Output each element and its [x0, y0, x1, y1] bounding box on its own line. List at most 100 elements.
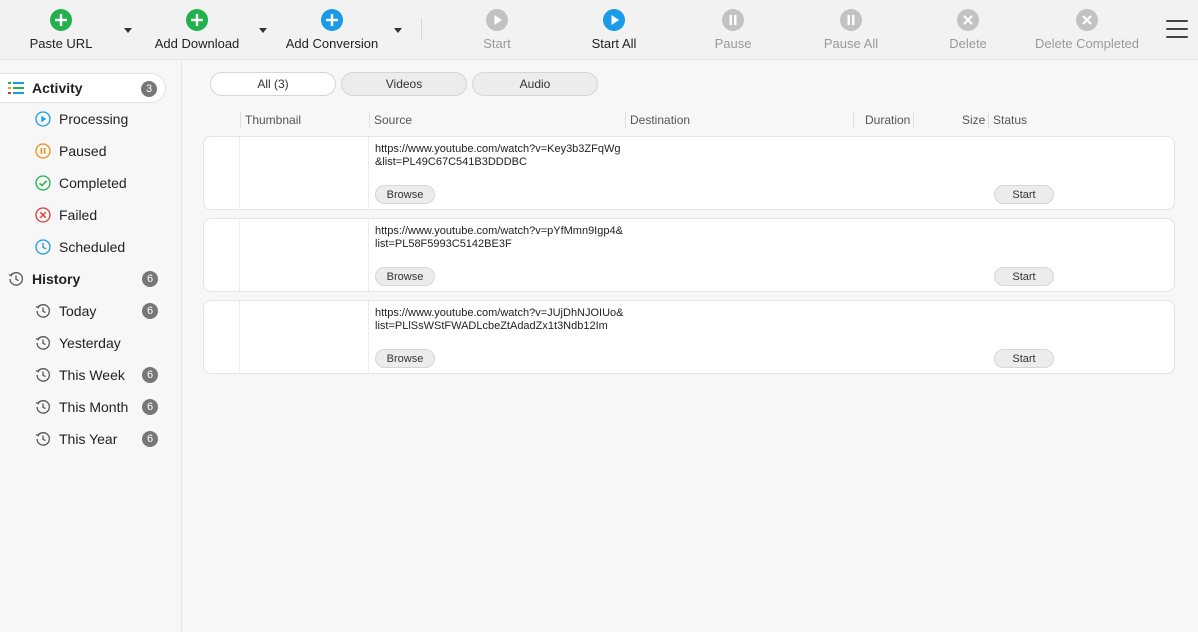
this-month-count-badge: 6: [142, 399, 158, 415]
sidebar-item-failed[interactable]: Failed: [0, 200, 166, 230]
add-download-label: Add Download: [154, 36, 240, 51]
close-circle-icon: [1075, 8, 1099, 32]
start-all-button[interactable]: Start All: [590, 8, 638, 54]
cell-divider: [368, 219, 369, 291]
completed-label: Completed: [59, 175, 127, 191]
add-conversion-button[interactable]: Add Conversion: [285, 8, 379, 54]
play-circle-icon: [602, 8, 626, 32]
toolbar-divider: [421, 18, 422, 40]
history-icon: [35, 367, 51, 383]
pause-all-button[interactable]: Pause All: [822, 8, 880, 54]
paste-url-button[interactable]: Paste URL: [29, 8, 93, 54]
play-circle-icon: [485, 8, 509, 32]
sidebar-item-yesterday[interactable]: Yesterday: [0, 328, 166, 358]
today-label: Today: [59, 303, 97, 319]
sidebar-item-activity[interactable]: Activity 3: [0, 73, 166, 103]
column-divider: [625, 112, 626, 128]
tab-audio[interactable]: Audio: [472, 72, 598, 96]
column-header-duration[interactable]: Duration: [865, 113, 910, 129]
main-content: All (3) Videos Audio Thumbnail Source De…: [183, 61, 1198, 632]
browse-button[interactable]: Browse: [375, 349, 435, 368]
source-url: https://www.youtube.com/watch?v=JUjDhNJO…: [375, 307, 624, 332]
column-divider: [913, 112, 914, 128]
history-label: History: [32, 271, 81, 287]
toolbar: Paste URL Add Download Add Conversion St…: [0, 0, 1198, 60]
pause-circle-icon: [721, 8, 745, 32]
column-divider: [240, 112, 241, 128]
row-start-button[interactable]: Start: [994, 267, 1054, 286]
history-count-badge: 6: [142, 271, 158, 287]
sidebar-item-history[interactable]: History 6: [0, 264, 166, 294]
list-icon: [8, 80, 24, 96]
cell-divider: [239, 301, 240, 373]
activity-label: Activity: [32, 80, 83, 96]
browse-button[interactable]: Browse: [375, 185, 435, 204]
paste-url-dropdown-icon[interactable]: [123, 25, 133, 35]
cell-divider: [239, 137, 240, 209]
delete-label: Delete: [949, 36, 987, 51]
activity-count-badge: 3: [141, 81, 157, 97]
tab-videos[interactable]: Videos: [341, 72, 467, 96]
this-year-label: This Year: [59, 431, 118, 447]
today-count-badge: 6: [142, 303, 158, 319]
this-week-label: This Week: [59, 367, 125, 383]
start-button[interactable]: Start: [478, 8, 516, 54]
sidebar-item-this-week[interactable]: This Week 6: [0, 360, 166, 390]
table-row[interactable]: https://www.youtube.com/watch?v=Key3b3ZF…: [203, 136, 1175, 210]
history-icon: [35, 399, 51, 415]
table-row[interactable]: https://www.youtube.com/watch?v=JUjDhNJO…: [203, 300, 1175, 374]
cell-divider: [239, 219, 240, 291]
sidebar-item-completed[interactable]: Completed: [0, 168, 166, 198]
sidebar-item-this-year[interactable]: This Year 6: [0, 424, 166, 454]
history-icon: [8, 271, 24, 287]
paused-label: Paused: [59, 143, 107, 159]
start-label: Start: [483, 36, 511, 51]
plus-circle-icon: [49, 8, 73, 32]
processing-label: Processing: [59, 111, 129, 127]
row-start-button[interactable]: Start: [994, 349, 1054, 368]
sidebar-item-scheduled[interactable]: Scheduled: [0, 232, 166, 262]
column-header-destination[interactable]: Destination: [630, 113, 690, 129]
pause-circle-outline-icon: [35, 143, 51, 159]
yesterday-label: Yesterday: [59, 335, 121, 351]
add-conversion-dropdown-icon[interactable]: [393, 25, 403, 35]
delete-completed-label: Delete Completed: [1034, 36, 1140, 51]
browse-button[interactable]: Browse: [375, 267, 435, 286]
sidebar-item-paused[interactable]: Paused: [0, 136, 166, 166]
pause-all-label: Pause All: [823, 36, 879, 51]
source-url: https://www.youtube.com/watch?v=pYfMmn9I…: [375, 225, 623, 250]
delete-button[interactable]: Delete: [948, 8, 988, 54]
start-all-label: Start All: [591, 36, 637, 51]
check-circle-icon: [35, 175, 51, 191]
row-start-button[interactable]: Start: [994, 185, 1054, 204]
history-icon: [35, 335, 51, 351]
cell-divider: [368, 137, 369, 209]
sidebar: Activity 3 Processing Paused Completed F…: [0, 61, 182, 632]
sidebar-item-processing[interactable]: Processing: [0, 104, 166, 134]
column-header-status[interactable]: Status: [993, 113, 1027, 129]
cell-divider: [368, 301, 369, 373]
menu-icon[interactable]: [1166, 20, 1188, 40]
delete-completed-button[interactable]: Delete Completed: [1033, 8, 1141, 54]
scheduled-label: Scheduled: [59, 239, 126, 255]
source-url: https://www.youtube.com/watch?v=Key3b3ZF…: [375, 143, 621, 168]
close-circle-icon: [956, 8, 980, 32]
pause-button[interactable]: Pause: [713, 8, 753, 54]
sidebar-item-this-month[interactable]: This Month 6: [0, 392, 166, 422]
add-download-dropdown-icon[interactable]: [258, 25, 268, 35]
clock-icon: [35, 239, 51, 255]
column-header-source[interactable]: Source: [374, 113, 412, 129]
play-circle-outline-icon: [35, 111, 51, 127]
column-header-thumbnail[interactable]: Thumbnail: [245, 113, 301, 129]
paste-url-label: Paste URL: [29, 36, 93, 51]
add-download-button[interactable]: Add Download: [153, 8, 241, 54]
table-row[interactable]: https://www.youtube.com/watch?v=pYfMmn9I…: [203, 218, 1175, 292]
plus-circle-icon: [185, 8, 209, 32]
sidebar-item-today[interactable]: Today 6: [0, 296, 166, 326]
column-divider: [853, 112, 854, 128]
history-icon: [35, 431, 51, 447]
this-year-count-badge: 6: [142, 431, 158, 447]
column-header-size[interactable]: Size: [962, 113, 985, 129]
plus-circle-icon: [320, 8, 344, 32]
tab-all[interactable]: All (3): [210, 72, 336, 96]
